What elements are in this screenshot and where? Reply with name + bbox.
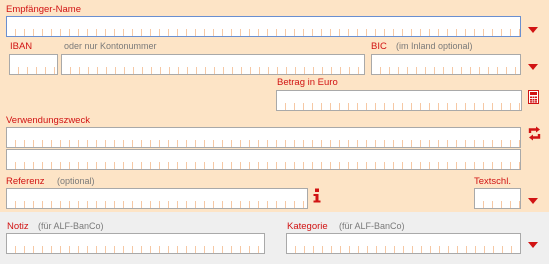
iban-prefix-input[interactable] [9, 54, 58, 75]
purpose-label: Verwendungszweck [6, 115, 90, 126]
swap-icon[interactable] [527, 126, 542, 141]
category-label: Kategorie [287, 221, 328, 232]
reference-input[interactable] [6, 188, 308, 209]
recipient-dropdown-icon[interactable] [528, 27, 538, 33]
bic-label: BIC [371, 41, 387, 52]
category-hint: (für ALF-BanCo) [339, 221, 405, 231]
bic-dropdown-icon[interactable] [528, 64, 538, 70]
iban-hint: oder nur Kontonummer [64, 41, 157, 51]
text-key-label: Textschl. [474, 176, 511, 187]
amount-input[interactable] [276, 90, 522, 111]
recipient-name-input[interactable] [6, 16, 521, 37]
recipient-label: Empfänger-Name [6, 4, 81, 15]
calculator-icon[interactable] [528, 90, 539, 104]
bic-hint: (im Inland optional) [396, 41, 473, 51]
reference-label: Referenz [6, 176, 45, 187]
category-input[interactable] [286, 233, 521, 254]
info-icon[interactable] [313, 188, 321, 203]
amount-label: Betrag in Euro [277, 77, 338, 88]
iban-label: IBAN [10, 41, 33, 52]
text-key-input[interactable] [474, 188, 521, 209]
purpose-line1-input[interactable] [6, 127, 521, 148]
note-hint: (für ALF-BanCo) [38, 221, 104, 231]
text-key-dropdown-icon[interactable] [528, 198, 538, 204]
bic-input[interactable] [371, 54, 521, 75]
note-label: Notiz [7, 221, 29, 232]
iban-account-input[interactable] [61, 54, 365, 75]
category-dropdown-icon[interactable] [528, 242, 538, 248]
purpose-line2-input[interactable] [6, 149, 521, 170]
reference-hint: (optional) [57, 176, 95, 186]
note-input[interactable] [6, 233, 265, 254]
